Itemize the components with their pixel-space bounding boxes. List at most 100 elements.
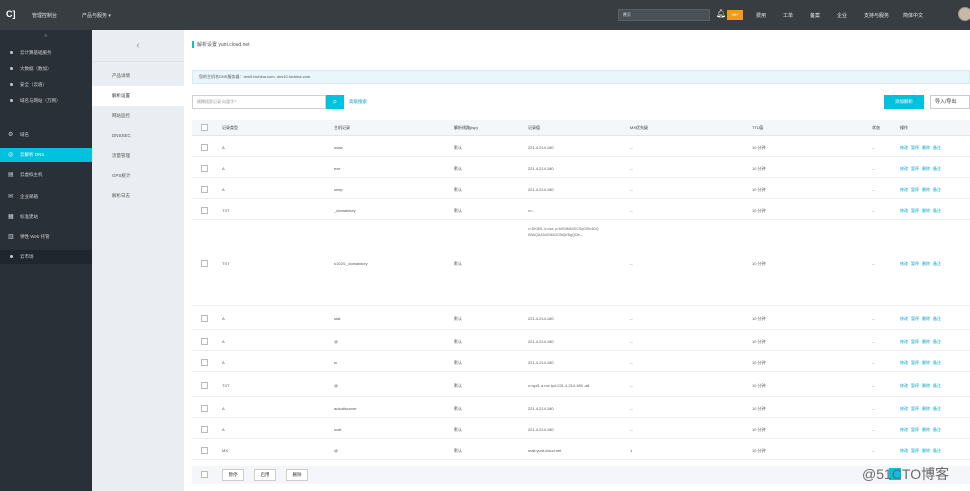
subnav-item-product-details[interactable]: 产品详情 — [92, 66, 184, 86]
nav-language[interactable]: 简体中文 — [903, 12, 923, 19]
remark-link[interactable]: 备注 — [933, 316, 941, 321]
notification-badge[interactable]: 99+ — [727, 10, 743, 20]
pause-button[interactable]: 暂停 — [222, 469, 244, 481]
remark-link[interactable]: 备注 — [933, 427, 941, 432]
pause-link[interactable]: 暂停 — [911, 145, 919, 150]
remark-link[interactable]: 备注 — [933, 406, 941, 411]
aliyun-logo[interactable]: C] — [6, 9, 16, 19]
row-checkbox[interactable] — [201, 426, 208, 433]
subnav-item-dns-settings[interactable]: 解析设置 — [92, 86, 184, 106]
delete-link[interactable]: 删除 — [922, 187, 930, 192]
subnav-item-dnssec[interactable]: DNSSEC — [92, 126, 184, 146]
remark-link[interactable]: 备注 — [933, 448, 941, 453]
edit-link[interactable]: 修改 — [900, 360, 908, 365]
sidebar-item-enterprise-mail[interactable]: ✉ 企业邮箱 — [0, 190, 92, 204]
remark-link[interactable]: 备注 — [933, 261, 941, 266]
subnav-item-gps-stats[interactable]: GPS统计 — [92, 166, 184, 186]
edit-link[interactable]: 修改 — [900, 316, 908, 321]
sidebar-item-domain-website[interactable]: 域名与网站（万网） — [0, 94, 92, 108]
delete-link[interactable]: 删除 — [922, 261, 930, 266]
remark-link[interactable]: 备注 — [933, 208, 941, 213]
sidebar-item-cloud-basic[interactable]: 云计算基础服务 — [0, 46, 92, 60]
pause-link[interactable]: 暂停 — [911, 448, 919, 453]
sidebar-item-security[interactable]: 安全（云盾） — [0, 78, 92, 92]
delete-link[interactable]: 删除 — [922, 339, 930, 344]
edit-link[interactable]: 修改 — [900, 261, 908, 266]
select-all-checkbox[interactable] — [201, 124, 208, 131]
nav-billing[interactable]: 费用 — [756, 12, 766, 19]
pause-link[interactable]: 暂停 — [911, 208, 919, 213]
search-button[interactable]: ⌕ — [326, 95, 344, 109]
edit-link[interactable]: 修改 — [900, 166, 908, 171]
subnav-item-traffic[interactable]: 流量管理 — [92, 146, 184, 166]
row-checkbox[interactable] — [201, 165, 208, 172]
edit-link[interactable]: 修改 — [900, 187, 908, 192]
pause-link[interactable]: 暂停 — [911, 187, 919, 192]
products-menu[interactable]: 产品与服务 ▾ — [82, 12, 111, 19]
footer-select-all-checkbox[interactable] — [201, 471, 208, 478]
subnav-item-dns-log[interactable]: 解析日志 — [92, 186, 184, 206]
delete-button[interactable]: 删除 — [286, 469, 308, 481]
remark-link[interactable]: 备注 — [933, 339, 941, 344]
sidebar-collapse-icon[interactable]: ≡ — [0, 30, 92, 42]
delete-link[interactable]: 删除 — [922, 360, 930, 365]
sidebar-item-big-data[interactable]: 大数据（数加） — [0, 62, 92, 76]
pause-link[interactable]: 暂停 — [911, 316, 919, 321]
back-chevron-icon[interactable]: ‹ — [92, 30, 184, 62]
row-checkbox[interactable] — [201, 207, 208, 214]
pause-link[interactable]: 暂停 — [911, 166, 919, 171]
sidebar-item-site-builder[interactable]: ▦ 标准建站 — [0, 210, 92, 224]
enable-button[interactable]: 启用 — [254, 469, 276, 481]
nav-enterprise[interactable]: 企业 — [837, 12, 847, 19]
delete-link[interactable]: 删除 — [922, 427, 930, 432]
delete-link[interactable]: 删除 — [922, 383, 930, 388]
row-checkbox[interactable] — [201, 144, 208, 151]
avatar[interactable] — [958, 7, 970, 21]
pause-link[interactable]: 暂停 — [911, 427, 919, 432]
pause-link[interactable]: 暂停 — [911, 360, 919, 365]
row-checkbox[interactable] — [201, 405, 208, 412]
remark-link[interactable]: 备注 — [933, 187, 941, 192]
global-search-input[interactable]: 搜索 ⌕ — [618, 9, 710, 21]
delete-link[interactable]: 删除 — [922, 448, 930, 453]
edit-link[interactable]: 修改 — [900, 427, 908, 432]
remark-link[interactable]: 备注 — [933, 360, 941, 365]
nav-icp[interactable]: 备案 — [810, 12, 820, 19]
edit-link[interactable]: 修改 — [900, 383, 908, 388]
sidebar-item-virtual-host[interactable]: ▤ 云虚拟主机 — [0, 168, 92, 182]
remark-link[interactable]: 备注 — [933, 145, 941, 150]
edit-link[interactable]: 修改 — [900, 406, 908, 411]
edit-link[interactable]: 修改 — [900, 339, 908, 344]
row-checkbox[interactable] — [201, 315, 208, 322]
remark-link[interactable]: 备注 — [933, 383, 941, 388]
sidebar-item-web-hosting[interactable]: ▥ 弹性 Web 托管 — [0, 230, 92, 244]
delete-link[interactable]: 删除 — [922, 406, 930, 411]
edit-link[interactable]: 修改 — [900, 145, 908, 150]
console-link[interactable]: 管理控制台 — [32, 12, 57, 19]
pause-link[interactable]: 暂停 — [911, 383, 919, 388]
delete-link[interactable]: 删除 — [922, 316, 930, 321]
search-icon[interactable]: ⌕ — [623, 11, 706, 19]
row-checkbox[interactable] — [201, 186, 208, 193]
delete-link[interactable]: 删除 — [922, 208, 930, 213]
record-search-input[interactable]: 模糊搜索记录 向量字？ — [192, 95, 326, 109]
delete-link[interactable]: 删除 — [922, 145, 930, 150]
add-record-button[interactable]: 添加解析 — [884, 95, 924, 109]
row-checkbox[interactable] — [201, 382, 208, 389]
sidebar-item-domain[interactable]: ⚙ 域名 — [0, 128, 92, 142]
pause-link[interactable]: 暂停 — [911, 261, 919, 266]
edit-link[interactable]: 修改 — [900, 448, 908, 453]
pause-link[interactable]: 暂停 — [911, 339, 919, 344]
sidebar-item-marketplace[interactable]: 云市场 — [0, 250, 92, 264]
advanced-search-link[interactable]: 高级搜索 — [349, 99, 367, 105]
delete-link[interactable]: 删除 — [922, 166, 930, 171]
sidebar-item-cloud-dns[interactable]: ◎ 云解析 DNS — [0, 148, 92, 162]
edit-link[interactable]: 修改 — [900, 208, 908, 213]
bell-icon[interactable]: 🔔︎ — [716, 9, 726, 18]
row-checkbox[interactable] — [201, 260, 208, 267]
nav-ticket[interactable]: 工单 — [783, 12, 793, 19]
row-checkbox[interactable] — [201, 359, 208, 366]
remark-link[interactable]: 备注 — [933, 166, 941, 171]
row-checkbox[interactable] — [201, 338, 208, 345]
row-checkbox[interactable] — [201, 447, 208, 454]
